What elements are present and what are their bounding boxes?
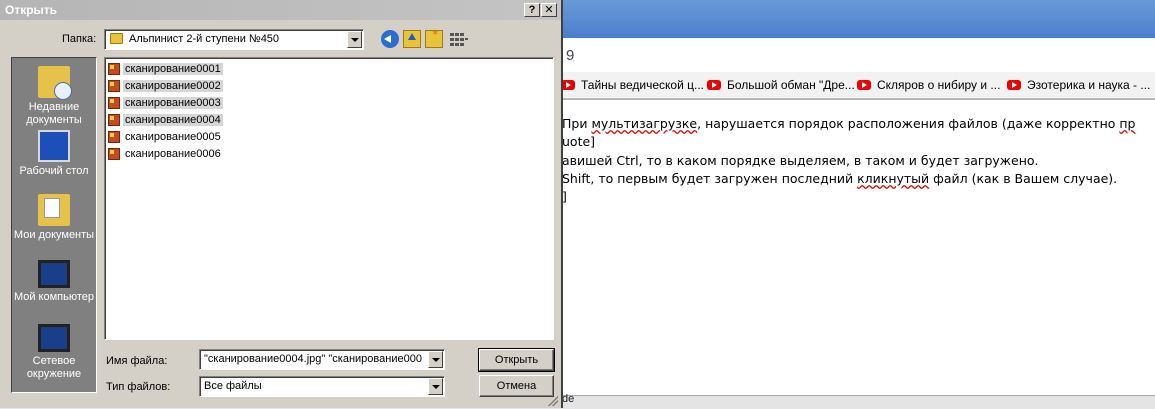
up-folder-icon[interactable] <box>403 30 421 48</box>
filetype-label: Тип файлов: <box>106 381 171 393</box>
help-button[interactable]: ? <box>524 3 540 17</box>
bookmark-item[interactable]: Тайны ведической ц... <box>561 77 704 93</box>
desktop-icon <box>38 130 70 162</box>
place-my-computer[interactable]: Мой компьютер <box>12 260 96 304</box>
image-file-icon <box>108 79 120 92</box>
list-item[interactable]: сканирование0003 <box>108 95 223 110</box>
chevron-down-icon[interactable] <box>428 378 443 395</box>
places-bar: Недавние документы Рабочий стол Мои доку… <box>11 57 97 393</box>
new-folder-icon[interactable] <box>425 28 443 48</box>
file-list[interactable]: сканирование0001 сканирование0002 сканир… <box>104 57 554 340</box>
list-item[interactable]: сканирование0001 <box>108 61 223 76</box>
bookmark-item[interactable]: Скляров о нибиру и ... <box>857 77 1000 93</box>
recent-documents-icon <box>38 66 72 100</box>
my-documents-icon <box>38 194 70 226</box>
filename-label: Имя файла: <box>106 355 168 367</box>
bookmark-item[interactable]: Большой обман "Дре... <box>707 77 855 93</box>
chevron-down-icon[interactable] <box>428 351 443 368</box>
folder-select[interactable]: Альпинист 2-й ступени №450 <box>104 29 364 50</box>
image-file-icon <box>108 62 120 75</box>
image-file-icon <box>108 96 120 109</box>
youtube-icon <box>707 80 721 90</box>
place-recent-documents[interactable]: Недавние документы <box>12 66 96 127</box>
image-file-icon <box>108 113 120 126</box>
close-button[interactable]: ✕ <box>541 3 557 17</box>
youtube-icon <box>1007 80 1021 90</box>
address-text: 9 <box>566 47 575 64</box>
bookmark-item[interactable]: Эзотерика и наука - ... <box>1007 77 1150 93</box>
resize-grip[interactable] <box>548 396 558 406</box>
folder-label: Папка: <box>62 33 97 45</box>
place-my-documents[interactable]: Мои документы <box>12 194 96 242</box>
filename-field[interactable]: "сканирование0004.jpg" "сканирование000 <box>199 349 445 370</box>
image-file-icon <box>108 130 120 143</box>
list-item[interactable]: сканирование0005 <box>108 129 223 144</box>
dialog-title: Открыть <box>5 3 58 17</box>
editor-line: авишей Ctrl, то в каком порядке выделяем… <box>562 153 1039 168</box>
folder-icon <box>110 33 123 44</box>
list-item[interactable]: сканирование0002 <box>108 78 223 93</box>
list-item[interactable]: сканирование0006 <box>108 146 223 161</box>
place-desktop[interactable]: Рабочий стол <box>12 130 96 178</box>
youtube-icon <box>857 80 871 90</box>
place-network[interactable]: Сетевое окружение <box>12 324 96 381</box>
filetype-select[interactable]: Все файлы <box>199 376 445 397</box>
editor-line: Shift, то первым будет загружен последни… <box>562 171 1118 186</box>
editor-line: При мультизагрузке, нарушается порядок р… <box>562 116 1136 131</box>
my-computer-icon <box>38 260 70 288</box>
open-button[interactable]: Открыть <box>478 348 555 372</box>
back-icon[interactable] <box>381 30 399 48</box>
youtube-icon <box>561 80 575 90</box>
views-menu-icon[interactable] <box>449 30 469 48</box>
dialog-titlebar[interactable]: Открыть ? ✕ <box>0 0 561 20</box>
network-icon <box>38 324 70 352</box>
editor-line: uote] <box>562 134 596 149</box>
open-file-dialog: Открыть ? ✕ Папка: Альпинист 2-й ступени… <box>0 0 563 408</box>
chevron-down-icon[interactable] <box>347 31 362 48</box>
cancel-button[interactable]: Отмена <box>479 375 554 397</box>
list-item[interactable]: сканирование0004 <box>108 112 223 127</box>
image-file-icon <box>108 147 120 160</box>
